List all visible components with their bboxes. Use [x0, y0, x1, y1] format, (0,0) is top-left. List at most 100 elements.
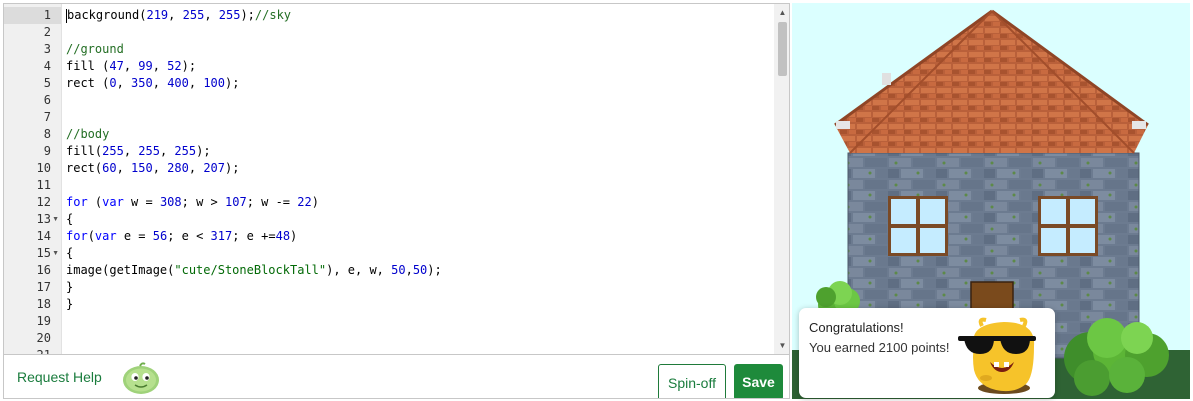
code-line[interactable]: fill (47, 99, 52); — [66, 58, 771, 75]
editor-toolbar: Request Help Spin-off Save — [4, 354, 789, 398]
code-token: var — [94, 229, 117, 243]
code-token: ; e += — [232, 229, 276, 243]
code-line[interactable] — [66, 347, 771, 354]
code-token: fill ( — [66, 59, 110, 73]
line-number: 11 — [36, 178, 51, 192]
code-token: 0 — [109, 76, 117, 90]
toast-message: You earned 2100 points! — [809, 340, 950, 355]
code-line[interactable]: rect(60, 150, 280, 207); — [66, 160, 771, 177]
code-line[interactable]: background(219, 255, 255);//sky — [66, 7, 771, 24]
code-token: 255 — [218, 8, 241, 22]
code-token: 207 — [203, 161, 225, 175]
line-number: 21 — [37, 347, 51, 354]
scrollbar-thumb[interactable] — [778, 22, 787, 76]
code-token: , — [116, 76, 132, 90]
code-line[interactable] — [66, 177, 771, 194]
code-token: //body — [66, 127, 110, 141]
line-number: 3 — [43, 42, 51, 56]
code-line[interactable]: rect (0, 350, 400, 100); — [66, 75, 771, 92]
triangle-down-icon[interactable]: ▼ — [774, 337, 789, 354]
code-line[interactable]: } — [66, 296, 771, 313]
code-token: 60 — [102, 161, 117, 175]
code-token: 280 — [167, 161, 189, 175]
code-token: ; w -= — [246, 195, 298, 209]
code-token: 48 — [275, 229, 291, 243]
code-token: //ground — [66, 42, 124, 56]
fold-arrow-icon[interactable]: ▼ — [52, 245, 59, 262]
code-line[interactable]: { — [66, 211, 771, 228]
line-number: 5 — [43, 76, 51, 90]
code-line[interactable]: for (var w = 308; w > 107; w -= 22) — [66, 194, 771, 211]
spin-off-button[interactable]: Spin-off — [658, 364, 726, 398]
code-line[interactable] — [66, 109, 771, 126]
code-token: ); — [240, 8, 255, 22]
code-token: , — [168, 8, 183, 22]
request-help-link[interactable]: Request Help — [17, 369, 102, 385]
code-line[interactable]: } — [66, 279, 771, 296]
code-token: , — [188, 76, 204, 90]
achievement-toast[interactable]: Congratulations! You earned 2100 points! — [799, 308, 1055, 398]
code-token: , — [152, 161, 168, 175]
code-line[interactable]: image(getImage("cute/StoneBlockTall"), e… — [66, 262, 771, 279]
code-line[interactable] — [66, 92, 771, 109]
code-token: rect( — [66, 161, 103, 175]
code-token: rect ( — [66, 76, 110, 90]
code-token: var — [102, 195, 124, 209]
code-token: , — [204, 8, 219, 22]
code-editor-panel[interactable]: 12345678910111213▼1415▼161718192021 back… — [3, 3, 790, 399]
line-number: 1 — [4, 7, 61, 24]
line-number: 4 — [43, 59, 51, 73]
code-token: , — [152, 59, 168, 73]
vertical-scrollbar[interactable]: ▲ ▼ — [774, 4, 789, 354]
sunglasses-character-icon — [958, 317, 1036, 394]
code-line[interactable]: fill(255, 255, 255); — [66, 143, 771, 160]
triangle-up-icon[interactable]: ▲ — [774, 4, 789, 21]
code-token: 308 — [159, 195, 182, 209]
code-token: ); — [427, 263, 442, 277]
green-blob-mascot-icon — [123, 362, 159, 394]
line-number: 10 — [36, 161, 51, 175]
code-token: fill( — [66, 144, 103, 158]
code-token: 317 — [210, 229, 233, 243]
code-token: for — [66, 195, 88, 209]
code-token: 150 — [131, 161, 153, 175]
code-token: ) — [311, 195, 319, 209]
line-number: 6 — [43, 93, 51, 107]
code-line[interactable] — [66, 24, 771, 41]
line-number: 7 — [43, 110, 51, 124]
code-token: , — [123, 144, 139, 158]
code-line[interactable] — [66, 313, 771, 330]
fold-arrow-icon[interactable]: ▼ — [52, 211, 59, 228]
code-token: 52 — [167, 59, 182, 73]
code-token: 99 — [138, 59, 153, 73]
code-line[interactable] — [66, 330, 771, 347]
line-number: 12 — [36, 195, 51, 209]
code-token: 47 — [109, 59, 124, 73]
code-token: 50 — [412, 263, 428, 277]
code-text[interactable]: background(219, 255, 255);//sky //ground f… — [66, 7, 771, 354]
code-line[interactable]: //ground — [66, 41, 771, 58]
save-button[interactable]: Save — [734, 364, 783, 398]
code-token: background( — [67, 8, 147, 22]
code-token: 50 — [391, 263, 406, 277]
code-line[interactable]: //body — [66, 126, 771, 143]
code-token: ( — [87, 195, 103, 209]
code-token: ) — [290, 229, 298, 243]
line-number: 15 — [36, 246, 51, 260]
line-number: 2 — [43, 25, 51, 39]
code-token: 255 — [138, 144, 160, 158]
code-token: 100 — [203, 76, 226, 90]
code-line[interactable]: { — [66, 245, 771, 262]
line-number: 18 — [36, 297, 51, 311]
code-token: ); — [181, 59, 197, 73]
code-area[interactable]: 12345678910111213▼1415▼161718192021 back… — [4, 4, 789, 354]
code-token: ), e, w, — [326, 263, 392, 277]
code-token: image(getImage( — [66, 263, 175, 277]
code-token: ( — [87, 229, 95, 243]
code-token: for — [66, 229, 88, 243]
toast-title: Congratulations! — [809, 320, 904, 335]
code-line[interactable]: for(var e = 56; e < 317; e +=48) — [66, 228, 771, 245]
code-token: 107 — [225, 195, 247, 209]
code-token: , — [116, 161, 132, 175]
code-token: { — [66, 246, 74, 260]
